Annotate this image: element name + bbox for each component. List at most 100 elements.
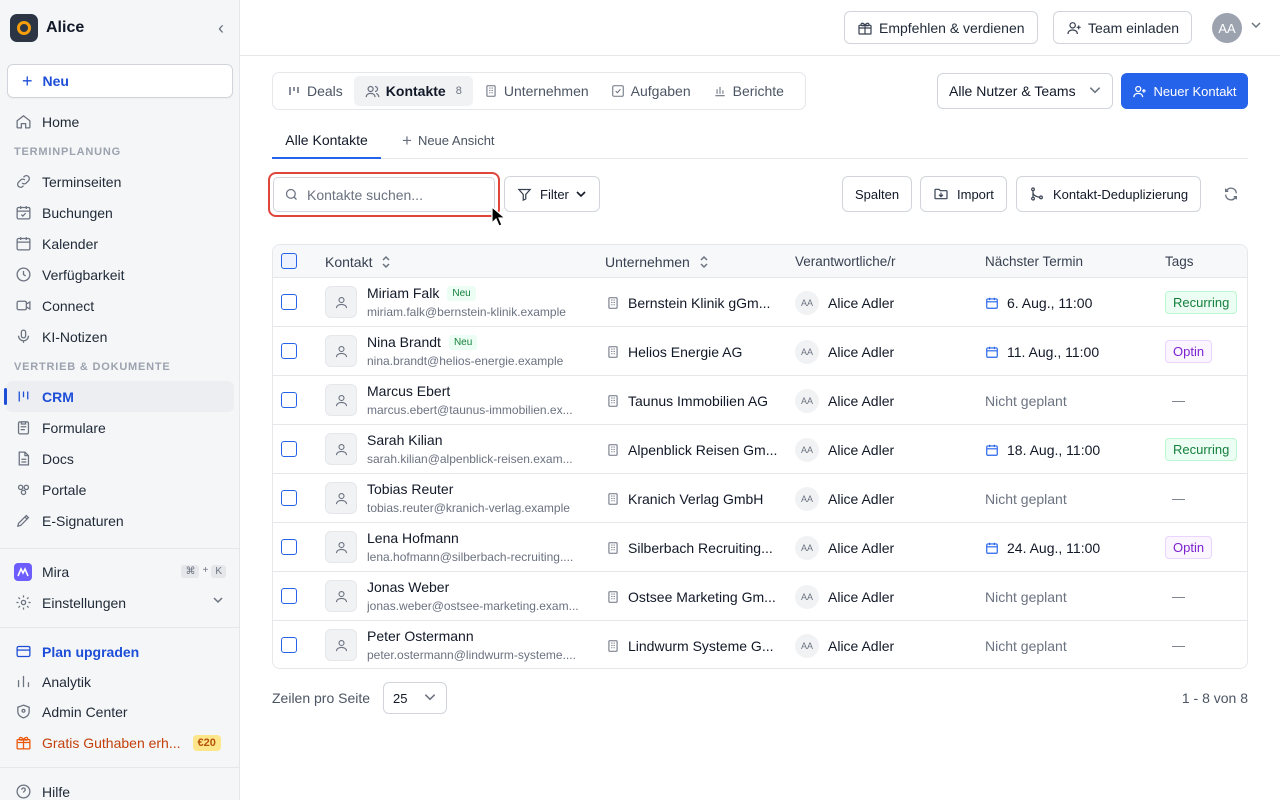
sidebar-item-docs[interactable]: Docs <box>0 443 240 474</box>
rows-per-page-select[interactable]: 25 <box>383 682 447 714</box>
avatar[interactable]: AA <box>1212 13 1242 43</box>
tag-badge[interactable]: Optin <box>1165 340 1213 363</box>
company-cell[interactable]: Lindwurm Systeme G... <box>606 621 780 668</box>
company-cell[interactable]: Taunus Immobilien AG <box>606 376 780 425</box>
select-all-checkbox[interactable] <box>281 253 297 269</box>
tag-badge: — <box>1172 589 1185 604</box>
owner-name: Alice Adler <box>828 588 895 605</box>
row-checkbox[interactable] <box>281 637 297 653</box>
refresh-icon[interactable] <box>1213 176 1249 212</box>
workspace-switcher[interactable]: Alice ‹ <box>10 14 230 42</box>
sidebar-item-ki-notizen[interactable]: KI-Notizen <box>0 321 240 352</box>
row-checkbox[interactable] <box>281 392 297 408</box>
chevron-down-icon <box>423 690 437 704</box>
next-appointment-text: 11. Aug., 11:00 <box>1007 343 1100 360</box>
column-header-company[interactable]: Unternehmen <box>605 245 710 278</box>
sidebar-item-crm[interactable]: CRM <box>4 381 234 412</box>
user-team-filter[interactable]: Alle Nutzer & Teams <box>937 73 1113 109</box>
table-row[interactable]: Peter Ostermann peter.ostermann@lindwurm-… <box>273 621 1247 668</box>
contact-name[interactable]: Nina Brandt Neu <box>367 334 478 350</box>
row-checkbox[interactable] <box>281 294 297 310</box>
sidebar-item-home[interactable]: Home <box>0 106 240 137</box>
microphone-icon <box>14 328 32 346</box>
tag-badge[interactable]: Recurring <box>1165 291 1238 314</box>
owner-cell: AA Alice Adler <box>795 572 894 621</box>
sidebar-item-formulare[interactable]: Formulare <box>0 412 240 443</box>
sidebar-item-label: CRM <box>42 388 74 405</box>
building-icon <box>606 541 620 555</box>
sidebar-item-buchungen[interactable]: Buchungen <box>0 197 240 228</box>
owner-avatar: AA <box>795 584 819 609</box>
collapse-sidebar-icon[interactable]: ‹ <box>218 18 224 38</box>
column-header-contact[interactable]: Kontakt <box>325 245 392 278</box>
sidebar-item-connect[interactable]: Connect <box>0 290 240 321</box>
tab-companies[interactable]: Unternehmen <box>473 76 600 106</box>
dedupe-button[interactable]: Kontakt-Deduplizierung <box>1016 176 1202 212</box>
import-button[interactable]: Import <box>920 176 1007 212</box>
bar-chart-icon <box>14 673 32 691</box>
table-row[interactable]: Tobias Reuter tobias.reuter@kranich-verla… <box>273 474 1247 523</box>
sidebar-item-help[interactable]: Hilfe <box>0 776 240 800</box>
row-checkbox[interactable] <box>281 441 297 457</box>
table-row[interactable]: Sarah Kilian sarah.kilian@alpenblick-reis… <box>273 425 1247 474</box>
company-cell[interactable]: Bernstein Klinik gGm... <box>606 278 780 327</box>
contact-name[interactable]: Sarah Kilian <box>367 432 443 448</box>
sidebar-item-analytics[interactable]: Analytik <box>0 667 240 696</box>
table-row[interactable]: Marcus Ebert marcus.ebert@taunus-immobili… <box>273 376 1247 425</box>
filter-button[interactable]: Filter <box>504 176 600 212</box>
building-icon <box>606 492 620 506</box>
row-checkbox[interactable] <box>281 588 297 604</box>
search-input[interactable] <box>307 186 487 203</box>
column-header-tags: Tags <box>1165 254 1194 269</box>
sidebar-item-mira[interactable]: Mira ⌘ + K <box>0 556 240 587</box>
tag-badge[interactable]: Recurring <box>1165 438 1238 461</box>
new-contact-button[interactable]: Neuer Kontakt <box>1121 73 1248 109</box>
tab-tasks[interactable]: Aufgaben <box>600 76 702 106</box>
sidebar-item-settings[interactable]: Einstellungen <box>0 587 240 618</box>
contact-name[interactable]: Lena Hofmann <box>367 530 459 546</box>
contact-name[interactable]: Marcus Ebert <box>367 383 450 399</box>
table-row[interactable]: Miriam Falk Neu miriam.falk@bernstein-klin… <box>273 278 1247 327</box>
chevron-down-icon[interactable] <box>1250 19 1262 31</box>
table-row[interactable]: Lena Hofmann lena.hofmann@silberbach-recr… <box>273 523 1247 572</box>
owner-avatar: AA <box>795 633 819 658</box>
gear-icon <box>14 594 32 612</box>
contact-name[interactable]: Tobias Reuter <box>367 481 453 497</box>
columns-button[interactable]: Spalten <box>842 176 913 212</box>
company-cell[interactable]: Helios Energie AG <box>606 327 780 376</box>
add-view-button[interactable]: + Neue Ansicht <box>402 122 495 159</box>
contact-name[interactable]: Jonas Weber <box>367 579 449 595</box>
owner-cell: AA Alice Adler <box>795 621 894 668</box>
sidebar-item-credit[interactable]: Gratis Guthaben erh... €20 <box>0 727 240 758</box>
tab-all-contacts[interactable]: Alle Kontakte <box>272 122 381 159</box>
sidebar-item-verf-gbarkeit[interactable]: Verfügbarkeit <box>0 259 240 290</box>
sidebar-item-terminseiten[interactable]: Terminseiten <box>0 166 240 197</box>
sidebar-item-e-signaturen[interactable]: E-Signaturen <box>0 505 240 536</box>
sidebar-item-portale[interactable]: Portale <box>0 474 240 505</box>
tab-reports[interactable]: Berichte <box>702 76 795 106</box>
tag-badge[interactable]: Optin <box>1165 536 1213 559</box>
calendar-icon <box>985 296 999 310</box>
tab-deals[interactable]: Deals <box>276 76 354 106</box>
contacts-table: Kontakt Unternehmen Verantwortliche/r Nä… <box>272 244 1248 669</box>
table-row[interactable]: Jonas Weber jonas.weber@ostsee-marketing.… <box>273 572 1247 621</box>
sidebar-item-plan-upgrade[interactable]: Plan upgraden <box>0 636 240 667</box>
invite-team-button[interactable]: Team einladen <box>1053 11 1193 44</box>
table-row[interactable]: Nina Brandt Neu nina.brandt@helios-energie… <box>273 327 1247 376</box>
sidebar-item-admin[interactable]: Admin Center <box>0 696 240 727</box>
contact-name[interactable]: Peter Ostermann <box>367 628 474 644</box>
new-button[interactable]: + Neu <box>7 64 233 98</box>
shield-icon <box>14 703 32 721</box>
company-cell[interactable]: Ostsee Marketing Gm... <box>606 572 780 621</box>
contact-name[interactable]: Miriam Falk Neu <box>367 285 476 301</box>
row-checkbox[interactable] <box>281 539 297 555</box>
row-checkbox[interactable] <box>281 343 297 359</box>
company-cell[interactable]: Silberbach Recruiting... <box>606 523 780 572</box>
search-box[interactable] <box>273 177 495 212</box>
company-cell[interactable]: Alpenblick Reisen Gm... <box>606 425 780 474</box>
refer-button[interactable]: Empfehlen & verdienen <box>844 11 1038 44</box>
tab-contacts[interactable]: Kontakte 8 <box>353 76 473 106</box>
row-checkbox[interactable] <box>281 490 297 506</box>
company-cell[interactable]: Kranich Verlag GmbH <box>606 474 780 523</box>
sidebar-item-kalender[interactable]: Kalender <box>0 228 240 259</box>
